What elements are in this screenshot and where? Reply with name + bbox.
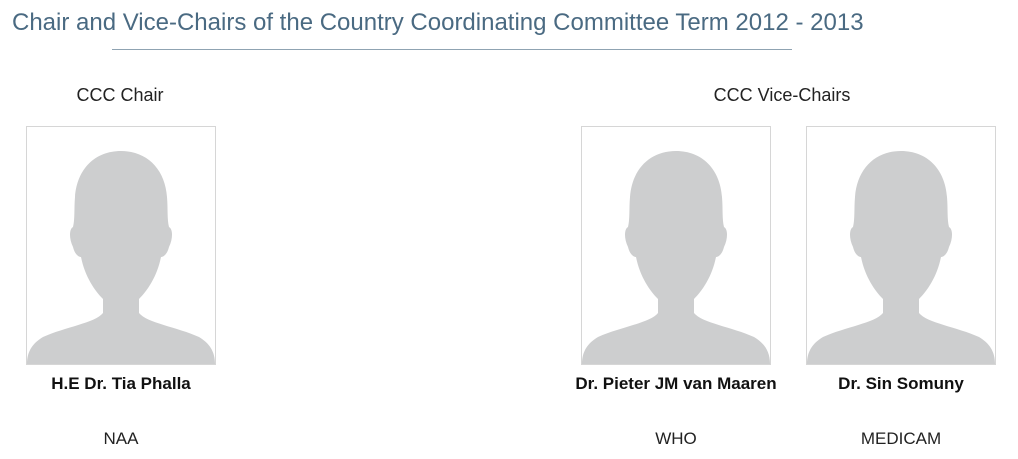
- person-photo: [581, 126, 771, 365]
- person-card-vice-chair-1: Dr. Pieter JM van Maaren WHO: [575, 126, 777, 448]
- person-photo: [26, 126, 216, 365]
- person-card-vice-chair-2: Dr. Sin Somuny MEDICAM: [806, 126, 996, 448]
- person-silhouette-icon: [27, 151, 215, 364]
- person-card-chair: H.E Dr. Tia Phalla NAA: [26, 126, 216, 448]
- section-label-chair: CCC Chair: [76, 85, 164, 105]
- person-silhouette-icon: [807, 151, 995, 364]
- person-name: H.E Dr. Tia Phalla: [51, 374, 191, 393]
- person-silhouette-icon: [582, 151, 770, 364]
- person-name: Dr. Sin Somuny: [838, 374, 964, 393]
- person-photo: [806, 126, 996, 365]
- page-title: Chair and Vice-Chairs of the Country Coo…: [12, 9, 864, 36]
- person-organization: MEDICAM: [860, 429, 942, 448]
- section-label-vice-chairs: CCC Vice-Chairs: [713, 85, 851, 105]
- title-divider: [112, 49, 792, 50]
- person-organization: NAA: [103, 429, 139, 448]
- page: Chair and Vice-Chairs of the Country Coo…: [0, 0, 1018, 459]
